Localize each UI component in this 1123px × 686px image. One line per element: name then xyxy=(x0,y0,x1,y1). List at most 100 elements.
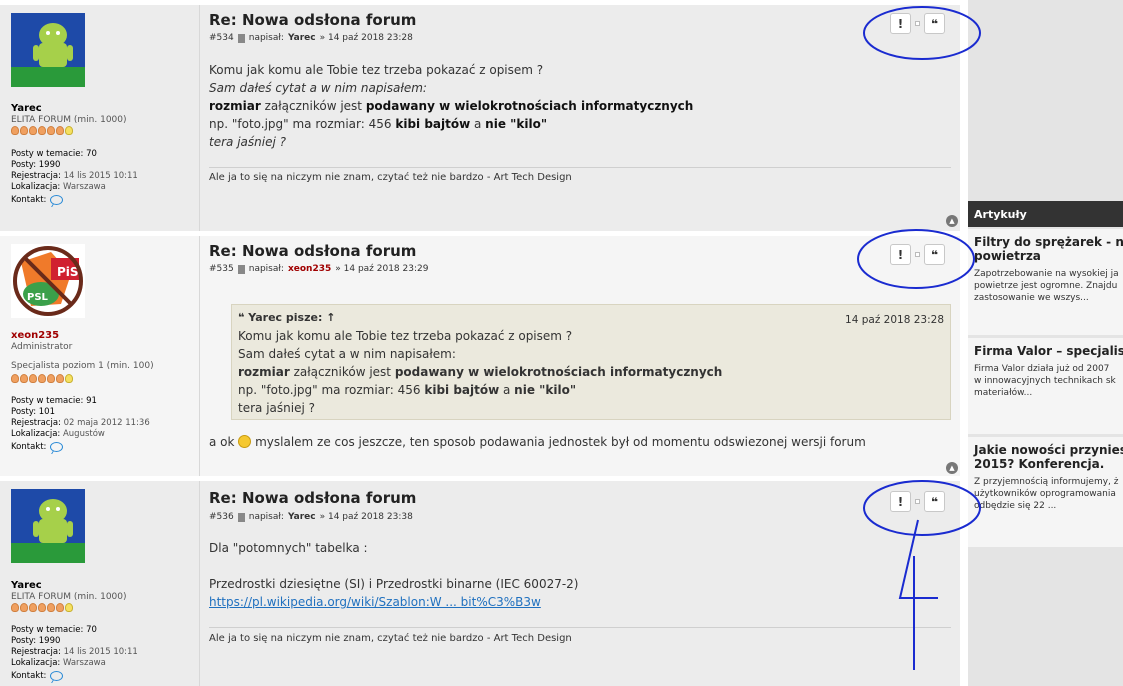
post-profile: Yarec ELITA FORUM (min. 1000) Posty w te… xyxy=(0,5,200,231)
quote-button[interactable]: ❝ xyxy=(924,244,945,265)
avatar[interactable] xyxy=(11,489,85,563)
article-title[interactable]: powietrza xyxy=(974,249,1117,263)
bold-text: podawany w wielokrotnościach informatycz… xyxy=(365,99,694,113)
document-icon xyxy=(237,512,245,522)
quote-date: 14 paź 2018 23:28 xyxy=(845,314,944,326)
value: 1990 xyxy=(38,636,61,646)
quote-line: Sam dałeś cytat a w nim napisałem: xyxy=(238,347,456,361)
rank-star-icon xyxy=(11,603,19,612)
rank-star-icon xyxy=(29,374,37,383)
post-author[interactable]: xeon235 xyxy=(288,264,331,274)
written-by-label: napisał: xyxy=(248,264,284,274)
quote-line: tera jaśniej ? xyxy=(238,401,315,415)
rank-star-icon xyxy=(56,126,64,135)
post-content: Komu jak komu ale Tobie tez trzeba pokaz… xyxy=(209,61,693,151)
excerpt-line: powietrze jest ogromne. Znajdu xyxy=(974,281,1118,291)
label: Posty w temacie: xyxy=(11,625,84,635)
post-number[interactable]: #535 xyxy=(209,264,234,274)
rank-star-icon xyxy=(47,603,55,612)
post-date: » 14 paź 2018 23:29 xyxy=(335,264,429,274)
bold-text: kibi bajtów xyxy=(424,383,500,397)
laughing-emoji-icon xyxy=(238,435,252,448)
post-title[interactable]: Re: Nowa odsłona forum xyxy=(209,489,416,507)
sidebar-header: Artykuły xyxy=(968,201,1123,227)
bold-text: rozmiar xyxy=(238,365,290,379)
label: Lokalizacja: xyxy=(11,429,61,439)
rank-star-icon xyxy=(29,126,37,135)
sidebar-article[interactable]: Jakie nowości przyniesie 2015? Konferenc… xyxy=(968,437,1123,547)
rank-star-icon xyxy=(29,603,37,612)
bold-text: nie "kilo" xyxy=(485,117,548,131)
excerpt-line: użytkowników oprogramowania xyxy=(974,489,1116,499)
back-to-top-icon[interactable]: ▲ xyxy=(946,462,958,474)
avatar[interactable]: PiS PSL xyxy=(11,244,85,318)
label: Posty: xyxy=(11,160,37,170)
quote-line: Komu jak komu ale Tobie tez trzeba pokaz… xyxy=(238,329,573,343)
excerpt-line: materiałów... xyxy=(974,388,1033,398)
post-534: Yarec ELITA FORUM (min. 1000) Posty w te… xyxy=(0,5,960,231)
post-buttons: ! ❝ xyxy=(890,491,945,512)
post-author[interactable]: Yarec xyxy=(288,33,316,43)
excerpt-line: Z przyjemnością informujemy, ż xyxy=(974,477,1119,487)
contact-label: Kontakt: xyxy=(11,442,47,452)
signature: Ale ja to się na niczym nie znam, czytać… xyxy=(209,633,572,644)
document-icon xyxy=(237,264,245,274)
value: 14 lis 2015 10:11 xyxy=(63,171,138,181)
article-excerpt: Zapotrzebowanie na wysokiej ja powietrze… xyxy=(974,268,1119,304)
article-title[interactable]: Jakie nowości przyniesie xyxy=(974,443,1123,457)
rank-star-icon xyxy=(65,603,73,612)
label: Rejestracja: xyxy=(11,647,61,657)
chat-bubble-icon[interactable] xyxy=(50,442,64,452)
user-rank: ELITA FORUM (min. 1000) xyxy=(11,115,127,125)
bold-text: nie "kilo" xyxy=(514,383,577,397)
username[interactable]: Yarec xyxy=(11,103,42,114)
article-title[interactable]: 2015? Konferencja. xyxy=(974,457,1117,471)
post-author[interactable]: Yarec xyxy=(288,512,316,522)
sidebar-article[interactable]: Firma Valor – specjalisty Firma Valor dz… xyxy=(968,338,1123,434)
quote-author[interactable]: Yarec pisze: ↑ xyxy=(248,311,335,324)
svg-text:PSL: PSL xyxy=(27,292,49,303)
text: załączników jest xyxy=(260,99,366,113)
avatar[interactable] xyxy=(11,13,85,87)
report-button[interactable]: ! xyxy=(890,491,911,512)
checkbox-icon[interactable] xyxy=(915,499,920,504)
rank-stars xyxy=(11,603,73,612)
post-title[interactable]: Re: Nowa odsłona forum xyxy=(209,11,416,29)
quote-block: ❝ Yarec pisze: ↑ 14 paź 2018 23:28 Komu … xyxy=(231,304,951,420)
username[interactable]: xeon235 xyxy=(11,330,59,341)
username[interactable]: Yarec xyxy=(11,580,42,591)
checkbox-icon[interactable] xyxy=(915,252,920,257)
report-button[interactable]: ! xyxy=(890,13,911,34)
article-title[interactable]: Filtry do sprężarek - najle xyxy=(974,235,1123,249)
excerpt-line: zastosowanie we wszys... xyxy=(974,293,1089,303)
sidebar-article[interactable]: Filtry do sprężarek - najle powietrza Za… xyxy=(968,229,1123,335)
label: Posty w temacie: xyxy=(11,149,84,159)
post-date: » 14 paź 2018 23:38 xyxy=(319,512,413,522)
quote-button[interactable]: ❝ xyxy=(924,13,945,34)
excerpt-line: Zapotrzebowanie na wysokiej ja xyxy=(974,269,1119,279)
article-title[interactable]: Firma Valor – specjalisty xyxy=(974,344,1123,358)
content-line: Przedrostki dziesiętne (SI) i Przedrostk… xyxy=(209,577,579,591)
value: Augustów xyxy=(62,429,105,439)
post-title[interactable]: Re: Nowa odsłona forum xyxy=(209,242,416,260)
report-button[interactable]: ! xyxy=(890,244,911,265)
quote-button[interactable]: ❝ xyxy=(924,491,945,512)
bold-text: kibi bajtów xyxy=(395,117,471,131)
wikipedia-link[interactable]: https://pl.wikipedia.org/wiki/Szablon:W … xyxy=(209,595,541,609)
rank-star-icon xyxy=(20,374,28,383)
svg-text:PiS: PiS xyxy=(57,265,79,279)
chat-bubble-icon[interactable] xyxy=(50,195,64,205)
chat-bubble-icon[interactable] xyxy=(50,671,64,681)
post-date: » 14 paź 2018 23:28 xyxy=(319,33,413,43)
checkbox-icon[interactable] xyxy=(915,21,920,26)
post-number[interactable]: #534 xyxy=(209,33,234,43)
label: Posty: xyxy=(11,407,37,417)
content-line: np. "foto.jpg" ma rozmiar: 456 kibi bajt… xyxy=(209,115,693,133)
user-role: Administrator xyxy=(11,342,73,352)
contact-row: Kontakt: xyxy=(11,195,64,205)
post-number[interactable]: #536 xyxy=(209,512,234,522)
label: Rejestracja: xyxy=(11,418,61,428)
back-to-top-icon[interactable]: ▲ xyxy=(946,215,958,227)
label: Posty: xyxy=(11,636,37,646)
quote-line: rozmiar załączników jest podawany w wiel… xyxy=(238,363,944,381)
